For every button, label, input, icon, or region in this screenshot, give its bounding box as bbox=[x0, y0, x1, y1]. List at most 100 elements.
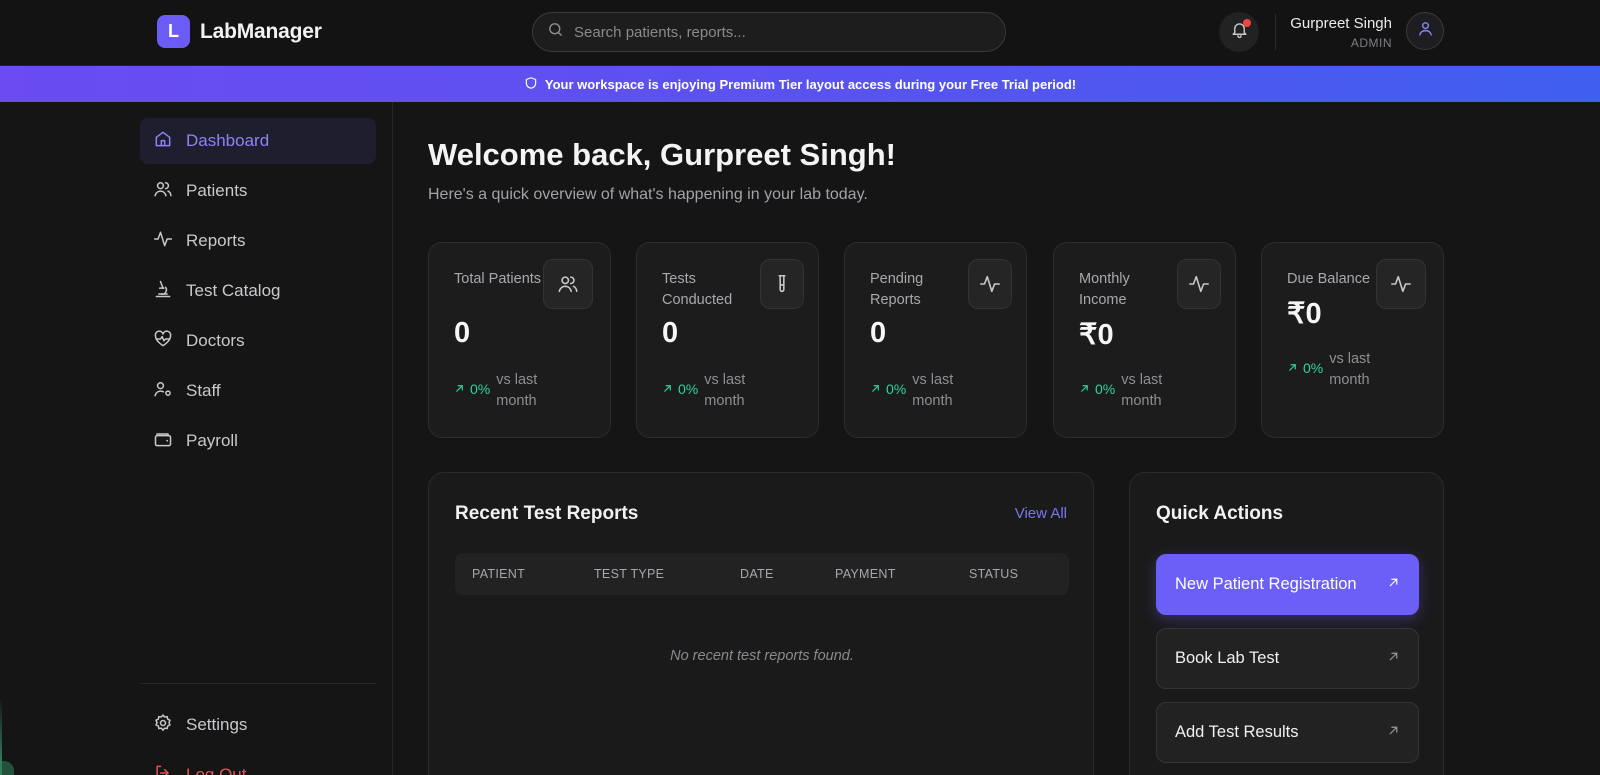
stat-trend: 0% vs last month bbox=[870, 370, 972, 412]
sidebar-item-label: Settings bbox=[186, 715, 248, 734]
trial-banner: Your workspace is enjoying Premium Tier … bbox=[0, 66, 1600, 102]
trend-note: vs last month bbox=[704, 372, 746, 409]
sidebar-item-test-catalog[interactable]: Test Catalog bbox=[140, 268, 376, 314]
trend-up-icon bbox=[870, 381, 881, 397]
stat-label: Tests Conducted bbox=[662, 271, 733, 308]
page-title: Welcome back, Gurpreet Singh! bbox=[428, 137, 896, 172]
column-header-status[interactable]: STATUS bbox=[969, 567, 1018, 581]
activity-icon bbox=[1177, 259, 1221, 309]
trend-percent: 0% bbox=[470, 381, 491, 397]
home-icon bbox=[153, 129, 173, 154]
stat-card-due-balance: Due Balance ₹0 0% vs last month bbox=[1261, 242, 1444, 438]
stat-trend: 0% vs last month bbox=[1287, 349, 1389, 391]
sidebar-item-label: Reports bbox=[186, 231, 246, 250]
sidebar-item-label: Log Out bbox=[186, 765, 247, 775]
test-tube-icon bbox=[760, 259, 804, 309]
activity-icon bbox=[153, 229, 173, 254]
user-icon bbox=[1417, 20, 1434, 42]
stat-card-monthly-income: Monthly Income ₹0 0% vs last month bbox=[1053, 242, 1236, 438]
users-icon bbox=[153, 179, 173, 204]
sidebar-item-label: Dashboard bbox=[186, 131, 270, 150]
search-icon bbox=[547, 21, 564, 43]
trend-percent: 0% bbox=[1095, 381, 1116, 397]
user-cog-icon bbox=[153, 379, 173, 404]
stat-value: 0 bbox=[870, 317, 887, 349]
sidebar: Dashboard Patients Reports Test Catalog … bbox=[0, 102, 393, 775]
sidebar-item-dashboard[interactable]: Dashboard bbox=[140, 118, 376, 164]
sidebar-item-settings[interactable]: Settings bbox=[140, 702, 376, 748]
column-header-test-type[interactable]: TEST TYPE bbox=[594, 567, 664, 581]
wallet-icon bbox=[153, 429, 173, 454]
trend-up-icon bbox=[1287, 360, 1298, 376]
search-bar[interactable] bbox=[532, 12, 1006, 52]
stat-value: ₹0 bbox=[1287, 298, 1322, 330]
app-name: LabManager bbox=[200, 19, 322, 43]
add-test-results-button[interactable]: Add Test Results bbox=[1156, 702, 1419, 763]
stat-card-total-patients: Total Patients 0 0% vs last month bbox=[428, 242, 611, 438]
recent-reports-panel: Recent Test Reports View All PATIENT TES… bbox=[428, 472, 1094, 775]
sidebar-item-reports[interactable]: Reports bbox=[140, 218, 376, 264]
sidebar-item-label: Doctors bbox=[186, 331, 245, 350]
logo-mark: L bbox=[157, 15, 190, 48]
sidebar-item-patients[interactable]: Patients bbox=[140, 168, 376, 214]
sidebar-item-logout[interactable]: Log Out bbox=[140, 752, 376, 775]
stat-trend: 0% vs last month bbox=[1079, 370, 1181, 412]
empty-state-text: No recent test reports found. bbox=[670, 648, 854, 664]
activity-icon bbox=[1376, 259, 1426, 309]
avatar[interactable] bbox=[1406, 12, 1444, 50]
trend-note: vs last month bbox=[496, 372, 538, 409]
stat-label: Pending Reports bbox=[870, 271, 924, 308]
sidebar-item-label: Staff bbox=[186, 381, 221, 400]
trend-note: vs last month bbox=[1121, 372, 1163, 409]
quick-actions-panel: Quick Actions New Patient Registration B… bbox=[1129, 472, 1444, 775]
sidebar-item-payroll[interactable]: Payroll bbox=[140, 418, 376, 464]
stat-label: Monthly Income bbox=[1079, 271, 1130, 308]
trend-percent: 0% bbox=[886, 381, 907, 397]
column-header-date[interactable]: DATE bbox=[740, 567, 774, 581]
search-input[interactable] bbox=[574, 23, 974, 41]
notifications-button[interactable] bbox=[1219, 12, 1259, 52]
table-header: PATIENT TEST TYPE DATE PAYMENT STATUS bbox=[455, 553, 1069, 595]
trend-note: vs last month bbox=[1329, 351, 1371, 388]
activity-icon bbox=[968, 259, 1012, 309]
trend-percent: 0% bbox=[1303, 360, 1324, 376]
trend-up-icon bbox=[454, 381, 465, 397]
panel-title: Quick Actions bbox=[1156, 503, 1284, 524]
stat-trend: 0% vs last month bbox=[662, 370, 764, 412]
shield-icon bbox=[524, 76, 538, 93]
notification-dot bbox=[1243, 19, 1251, 27]
view-all-link[interactable]: View All bbox=[1015, 505, 1067, 522]
sidebar-item-staff[interactable]: Staff bbox=[140, 368, 376, 414]
arrow-up-right-icon bbox=[1387, 575, 1400, 594]
stat-trend: 0% vs last month bbox=[454, 370, 556, 412]
trend-up-icon bbox=[662, 381, 673, 397]
column-header-payment[interactable]: PAYMENT bbox=[835, 567, 896, 581]
button-label: Add Test Results bbox=[1175, 723, 1299, 741]
trend-percent: 0% bbox=[678, 381, 699, 397]
logout-icon bbox=[153, 763, 173, 775]
user-name: Gurpreet Singh bbox=[1290, 15, 1392, 32]
trend-up-icon bbox=[1079, 381, 1090, 397]
sidebar-divider bbox=[140, 683, 376, 684]
new-patient-registration-button[interactable]: New Patient Registration bbox=[1156, 554, 1419, 615]
book-lab-test-button[interactable]: Book Lab Test bbox=[1156, 628, 1419, 689]
microscope-icon bbox=[153, 279, 173, 304]
sidebar-item-doctors[interactable]: Doctors bbox=[140, 318, 376, 364]
arrow-up-right-icon bbox=[1387, 649, 1400, 668]
gear-icon bbox=[153, 713, 173, 738]
banner-text: Your workspace is enjoying Premium Tier … bbox=[544, 76, 1077, 92]
heart-pulse-icon bbox=[153, 329, 173, 354]
stat-value: 0 bbox=[454, 317, 471, 349]
sidebar-item-label: Payroll bbox=[186, 431, 238, 450]
top-bar: L LabManager Gurpreet Singh ADMIN bbox=[0, 0, 1600, 66]
page-subtitle: Here's a quick overview of what's happen… bbox=[428, 186, 868, 203]
button-label: New Patient Registration bbox=[1175, 575, 1357, 593]
app-logo[interactable]: L LabManager bbox=[157, 15, 322, 48]
column-header-patient[interactable]: PATIENT bbox=[472, 567, 525, 581]
sidebar-item-label: Test Catalog bbox=[186, 281, 281, 300]
sidebar-item-label: Patients bbox=[186, 181, 248, 200]
users-icon bbox=[543, 259, 593, 309]
trend-note: vs last month bbox=[912, 372, 954, 409]
stat-label: Total Patients bbox=[454, 271, 542, 287]
stat-value: 0 bbox=[662, 317, 679, 349]
